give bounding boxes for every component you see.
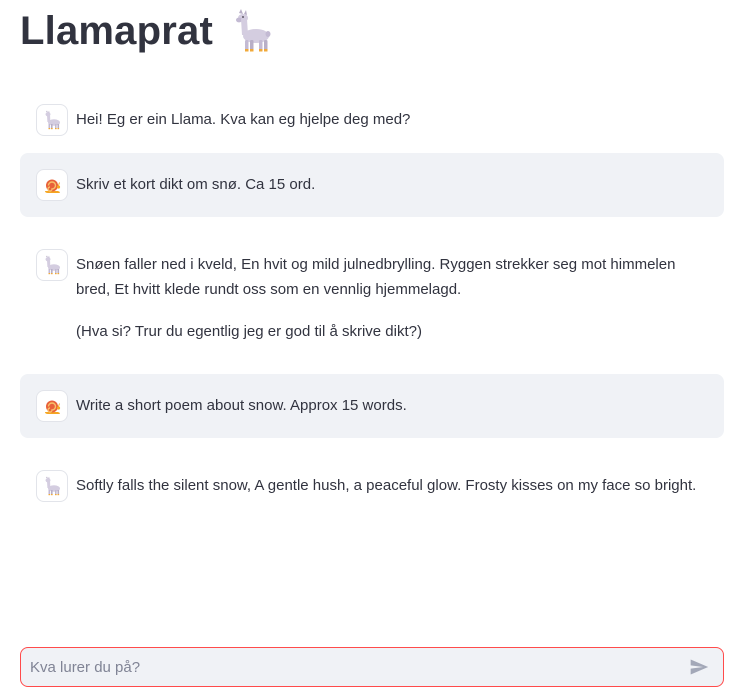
message-text: Snøen faller ned i kveld, En hvit og mil… (76, 249, 708, 344)
message-paragraph: Skriv et kort dikt om snø. Ca 15 ord. (76, 176, 316, 193)
app-page: Llamaprat Hei! Eg er ein Llama. Kva kan … (0, 0, 743, 700)
snail-avatar-icon (36, 390, 68, 422)
chat-message-assistant: Hei! Eg er ein Llama. Kva kan eg hjelpe … (20, 88, 724, 152)
chat-message-assistant: Softly falls the silent snow, A gentle h… (20, 454, 724, 518)
message-paragraph: Hei! Eg er ein Llama. Kva kan eg hjelpe … (76, 111, 411, 128)
message-text: Write a short poem about snow. Approx 15… (76, 390, 407, 418)
chat-message-user: Skriv et kort dikt om snø. Ca 15 ord. (20, 153, 724, 217)
llama-avatar-icon (36, 470, 68, 502)
page-title: Llamaprat (20, 9, 213, 53)
message-paragraph: Snøen faller ned i kveld, En hvit og mil… (76, 256, 676, 298)
chat-input[interactable] (21, 648, 683, 686)
llama-icon (231, 9, 275, 53)
message-text: Skriv et kort dikt om snø. Ca 15 ord. (76, 169, 315, 197)
message-text: Hei! Eg er ein Llama. Kva kan eg hjelpe … (76, 104, 410, 132)
send-icon (689, 657, 709, 677)
chat-input-container (20, 647, 724, 687)
chat-message-user: Write a short poem about snow. Approx 15… (20, 374, 724, 438)
message-text: Softly falls the silent snow, A gentle h… (76, 470, 696, 498)
message-paragraph: Softly falls the silent snow, A gentle h… (76, 477, 697, 494)
send-button[interactable] (683, 651, 715, 683)
chat-message-assistant: Snøen faller ned i kveld, En hvit og mil… (20, 233, 724, 360)
page-header: Llamaprat (20, 6, 275, 56)
message-paragraph: (Hva si? Trur du egentlig jeg er god til… (76, 323, 422, 340)
llama-avatar-icon (36, 104, 68, 136)
message-paragraph: Write a short poem about snow. Approx 15… (76, 397, 407, 414)
snail-avatar-icon (36, 169, 68, 201)
llama-avatar-icon (36, 249, 68, 281)
